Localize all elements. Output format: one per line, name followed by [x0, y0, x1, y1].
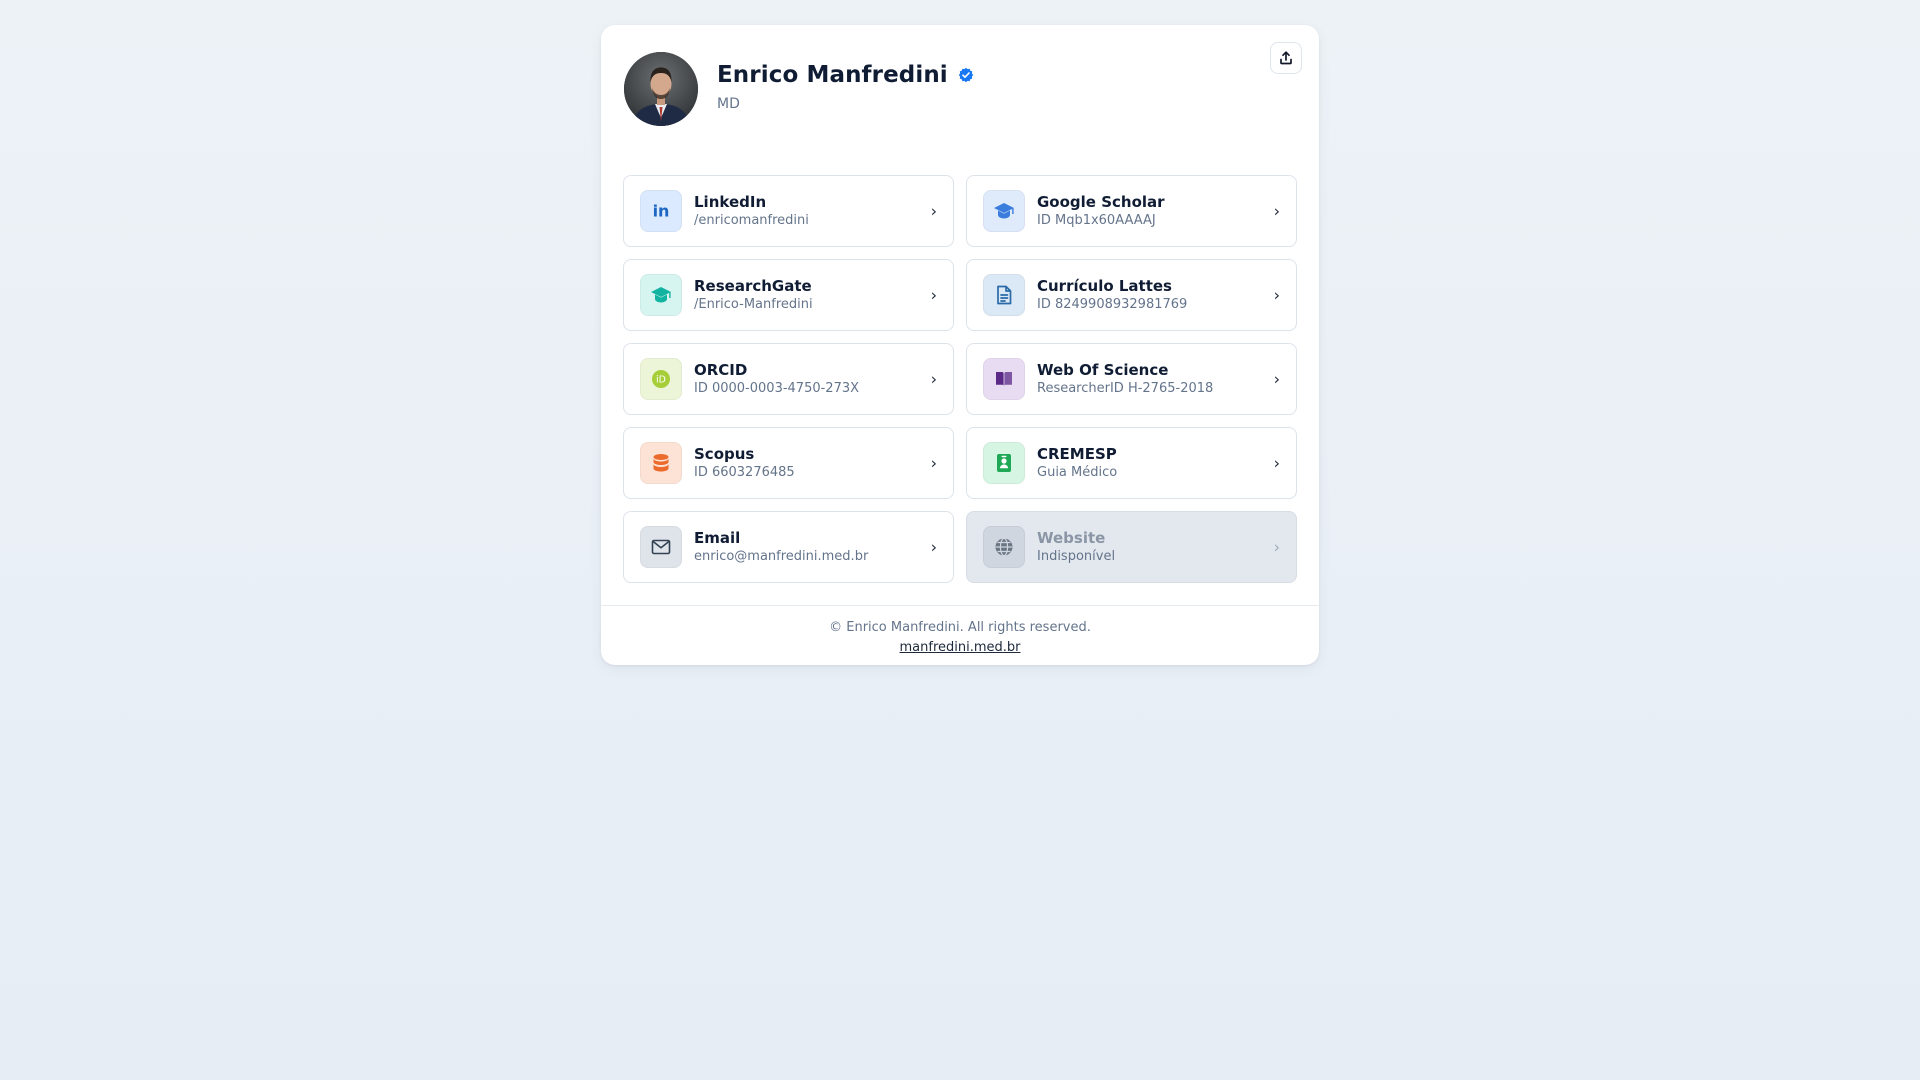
- link-subtitle: ID Mqb1x60AAAAJ: [1037, 213, 1156, 228]
- link-card-linkedin[interactable]: in LinkedIn/enricomanfredini ›: [623, 175, 954, 247]
- link-title: LinkedIn: [694, 193, 767, 211]
- link-texts: ORCID ID 0000-0003-4750-273X: [694, 360, 859, 398]
- link-texts: Google Scholar ID Mqb1x60AAAAJ: [1037, 192, 1165, 230]
- link-card-web-of-science[interactable]: Web Of Science ResearcherID H-2765-2018 ›: [966, 343, 1297, 415]
- link-subtitle: Indisponível: [1037, 549, 1116, 564]
- link-card-email[interactable]: Email enrico@manfredini.med.br ›: [623, 511, 954, 583]
- chevron-right-icon: ›: [1273, 285, 1280, 305]
- link-texts: Scopus ID 6603276485: [694, 444, 795, 482]
- svg-text:iD: iD: [656, 375, 666, 386]
- share-upload-icon: [1280, 51, 1292, 65]
- orcid-icon: iD: [640, 358, 682, 400]
- link-subtitle: /Enrico-Manfredini: [694, 297, 813, 312]
- link-texts: Currículo Lattes ID 8249908932981769: [1037, 276, 1187, 314]
- link-subtitle: /enricomanfredini: [694, 213, 809, 228]
- link-card-orcid[interactable]: iD ORCID ID 0000-0003-4750-273X ›: [623, 343, 954, 415]
- link-texts: Website Indisponível: [1037, 528, 1115, 566]
- link-card-researchgate[interactable]: ResearchGate/Enrico-Manfredini ›: [623, 259, 954, 331]
- svg-text:in: in: [653, 202, 670, 221]
- link-title: Web Of Science: [1037, 361, 1169, 379]
- name-row: Enrico Manfredini: [717, 62, 974, 88]
- link-texts: LinkedIn/enricomanfredini: [694, 192, 809, 230]
- graduation-cap-icon: [983, 190, 1025, 232]
- globe-icon: [983, 526, 1025, 568]
- profile-card: Enrico Manfredini MD in LinkedIn/enricoma…: [601, 25, 1319, 665]
- link-card-curriculo-lattes[interactable]: Currículo Lattes ID 8249908932981769 ›: [966, 259, 1297, 331]
- link-subtitle: enrico@manfredini.med.br: [694, 549, 869, 564]
- book-open-icon: [983, 358, 1025, 400]
- linkedin-icon: in: [640, 190, 682, 232]
- copyright-text: © Enrico Manfredini. All rights reserved…: [829, 620, 1091, 635]
- graduation-cap-icon: [640, 274, 682, 316]
- chevron-right-icon: ›: [930, 285, 937, 305]
- link-subtitle: ID 0000-0003-4750-273X: [694, 381, 860, 396]
- avatar: [624, 52, 698, 126]
- link-subtitle: ID 6603276485: [694, 465, 795, 480]
- document-icon: [983, 274, 1025, 316]
- profile-credential: MD: [717, 96, 740, 112]
- link-subtitle: ID 8249908932981769: [1037, 297, 1188, 312]
- links-grid: in LinkedIn/enricomanfredini › Google Schol…: [623, 175, 1297, 583]
- share-button[interactable]: [1270, 42, 1302, 74]
- profile-name: Enrico Manfredini: [717, 62, 948, 88]
- link-texts: ResearchGate/Enrico-Manfredini: [694, 276, 813, 314]
- chevron-right-icon: ›: [1273, 201, 1280, 221]
- link-card-scopus[interactable]: Scopus ID 6603276485 ›: [623, 427, 954, 499]
- link-card-cremesp[interactable]: CREMESP Guia Médico ›: [966, 427, 1297, 499]
- link-title: Scopus: [694, 445, 755, 463]
- link-texts: Email enrico@manfredini.med.br: [694, 528, 868, 566]
- link-title: Currículo Lattes: [1037, 277, 1172, 295]
- chevron-right-icon: ›: [930, 201, 937, 221]
- website-link[interactable]: manfredini.med.br: [900, 639, 1021, 656]
- chevron-right-icon: ›: [930, 453, 937, 473]
- link-title: Website: [1037, 529, 1106, 547]
- id-badge-icon: [983, 442, 1025, 484]
- link-title: CREMESP: [1037, 445, 1117, 463]
- chevron-right-icon: ›: [930, 537, 937, 557]
- link-title: Email: [694, 529, 741, 547]
- link-title: ResearchGate: [694, 277, 812, 295]
- link-subtitle: Guia Médico: [1037, 465, 1118, 480]
- chevron-right-icon: ›: [930, 369, 937, 389]
- link-subtitle: ResearcherID H-2765-2018: [1037, 381, 1214, 396]
- chevron-right-icon: ›: [1273, 537, 1280, 557]
- chevron-right-icon: ›: [1273, 453, 1280, 473]
- database-icon: [640, 442, 682, 484]
- verified-check-icon: [958, 67, 973, 83]
- footer: © Enrico Manfredini. All rights reserved…: [601, 605, 1319, 656]
- link-card-google-scholar[interactable]: Google Scholar ID Mqb1x60AAAAJ ›: [966, 175, 1297, 247]
- link-title: ORCID: [694, 361, 748, 379]
- envelope-icon: [640, 526, 682, 568]
- link-texts: CREMESP Guia Médico: [1037, 444, 1117, 482]
- link-title: Google Scholar: [1037, 193, 1165, 211]
- link-texts: Web Of Science ResearcherID H-2765-2018: [1037, 360, 1213, 398]
- link-card-website: Website Indisponível ›: [966, 511, 1297, 583]
- chevron-right-icon: ›: [1273, 369, 1280, 389]
